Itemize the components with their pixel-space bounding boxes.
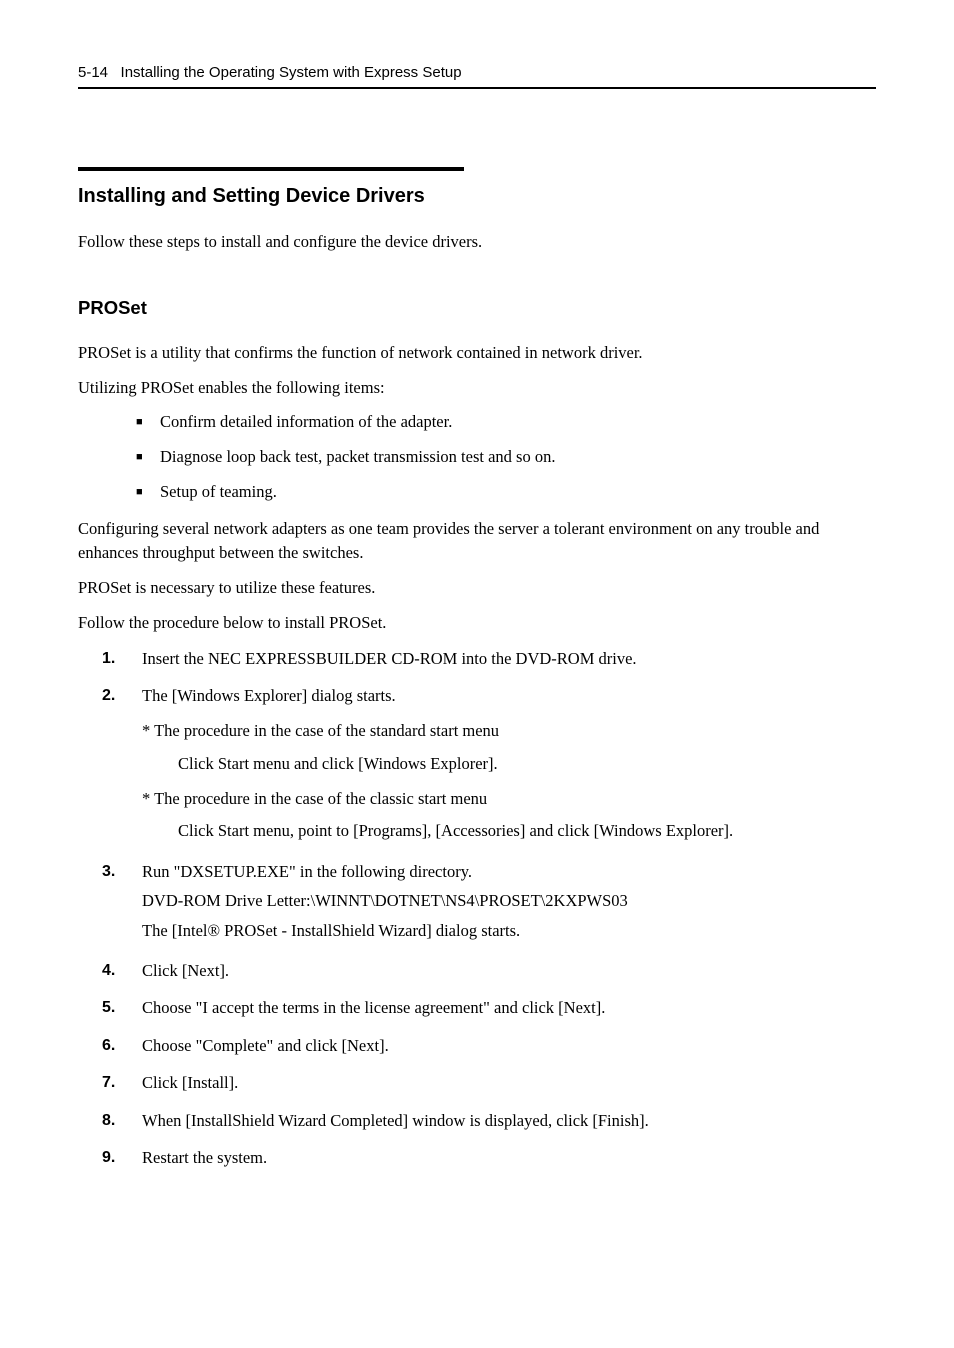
step-content: When [InstallShield Wizard Completed] wi… — [142, 1108, 876, 1134]
step-2: 2. The [Windows Explorer] dialog starts.… — [102, 683, 876, 848]
step-4: 4. Click [Next]. — [102, 958, 876, 984]
proset-p2: Utilizing PROSet enables the following i… — [78, 376, 876, 401]
step-content: The [Windows Explorer] dialog starts. * … — [142, 683, 876, 848]
step-9: 9. Restart the system. — [102, 1145, 876, 1171]
header-title: Installing the Operating System with Exp… — [121, 64, 462, 81]
step-number: 8. — [102, 1108, 142, 1134]
section-intro: Follow these steps to install and config… — [78, 230, 876, 255]
step-7: 7. Click [Install]. — [102, 1070, 876, 1096]
step-number: 6. — [102, 1033, 142, 1059]
step-content: Click [Next]. — [142, 958, 876, 984]
step-8: 8. When [InstallShield Wizard Completed]… — [102, 1108, 876, 1134]
step-substar: * The procedure in the case of the class… — [142, 786, 876, 812]
proset-title: PROSet — [78, 297, 876, 319]
step-number: 4. — [102, 958, 142, 984]
step-content: Click [Install]. — [142, 1070, 876, 1096]
step-number: 2. — [102, 683, 142, 848]
numbered-steps: 1. Insert the NEC EXPRESSBUILDER CD-ROM … — [102, 646, 876, 1172]
step-content: Choose "I accept the terms in the licens… — [142, 995, 876, 1021]
list-item: Confirm detailed information of the adap… — [136, 410, 876, 435]
step-number: 5. — [102, 995, 142, 1021]
step-content: Restart the system. — [142, 1145, 876, 1171]
proset-p1: PROSet is a utility that confirms the fu… — [78, 341, 876, 366]
step-text: The [Windows Explorer] dialog starts. — [142, 683, 876, 709]
step-1: 1. Insert the NEC EXPRESSBUILDER CD-ROM … — [102, 646, 876, 672]
step-content: Choose "Complete" and click [Next]. — [142, 1033, 876, 1059]
proset-bullets: Confirm detailed information of the adap… — [136, 410, 876, 504]
step-line: DVD-ROM Drive Letter:\WINNT\DOTNET\NS4\P… — [142, 888, 876, 914]
page-header: 5-14 Installing the Operating System wit… — [78, 64, 876, 89]
step-line: The [Intel® PROSet - InstallShield Wizar… — [142, 918, 876, 944]
page-number: 5-14 — [78, 64, 108, 81]
step-content: Run "DXSETUP.EXE" in the following direc… — [142, 859, 876, 947]
section-title: Installing and Setting Device Drivers — [78, 167, 464, 208]
step-6: 6. Choose "Complete" and click [Next]. — [102, 1033, 876, 1059]
list-item: Setup of teaming. — [136, 480, 876, 505]
step-number: 1. — [102, 646, 142, 672]
step-line: Run "DXSETUP.EXE" in the following direc… — [142, 859, 876, 885]
step-subindent: Click Start menu and click [Windows Expl… — [178, 751, 876, 777]
step-subindent: Click Start menu, point to [Programs], [… — [178, 818, 876, 844]
step-number: 9. — [102, 1145, 142, 1171]
proset-p3: Configuring several network adapters as … — [78, 517, 876, 567]
step-3: 3. Run "DXSETUP.EXE" in the following di… — [102, 859, 876, 947]
proset-p5: Follow the procedure below to install PR… — [78, 611, 876, 636]
list-item: Diagnose loop back test, packet transmis… — [136, 445, 876, 470]
proset-p4: PROSet is necessary to utilize these fea… — [78, 576, 876, 601]
step-substar: * The procedure in the case of the stand… — [142, 718, 876, 744]
step-content: Insert the NEC EXPRESSBUILDER CD-ROM int… — [142, 646, 876, 672]
step-5: 5. Choose "I accept the terms in the lic… — [102, 995, 876, 1021]
step-number: 3. — [102, 859, 142, 947]
step-number: 7. — [102, 1070, 142, 1096]
